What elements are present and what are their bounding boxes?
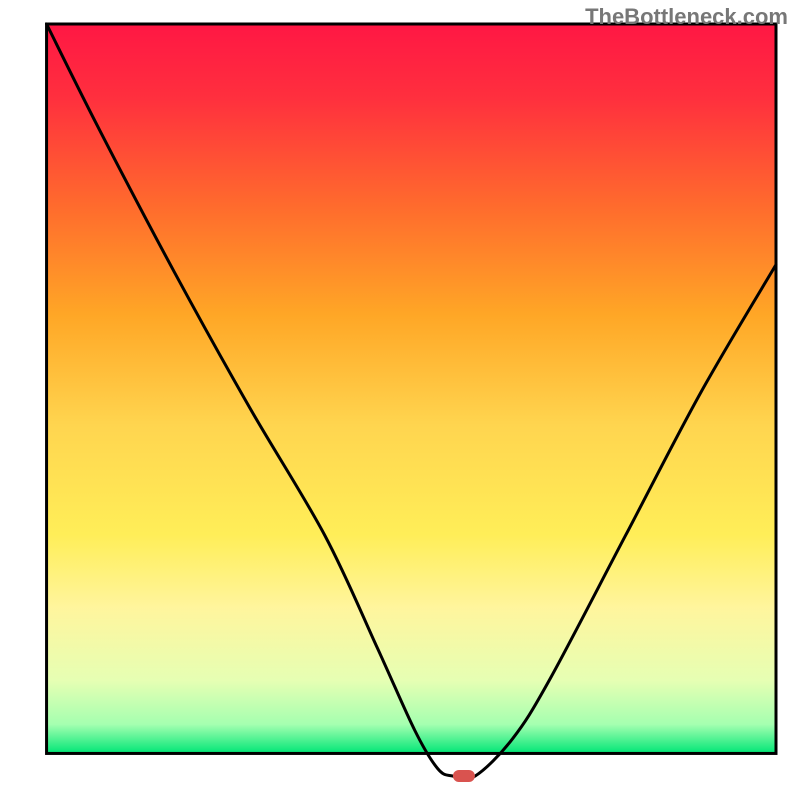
chart-container: TheBottleneck.com <box>0 0 800 800</box>
optimal-marker <box>453 770 475 782</box>
watermark-text: TheBottleneck.com <box>585 4 788 30</box>
bottleneck-chart <box>0 0 800 800</box>
plot-background <box>47 24 776 753</box>
